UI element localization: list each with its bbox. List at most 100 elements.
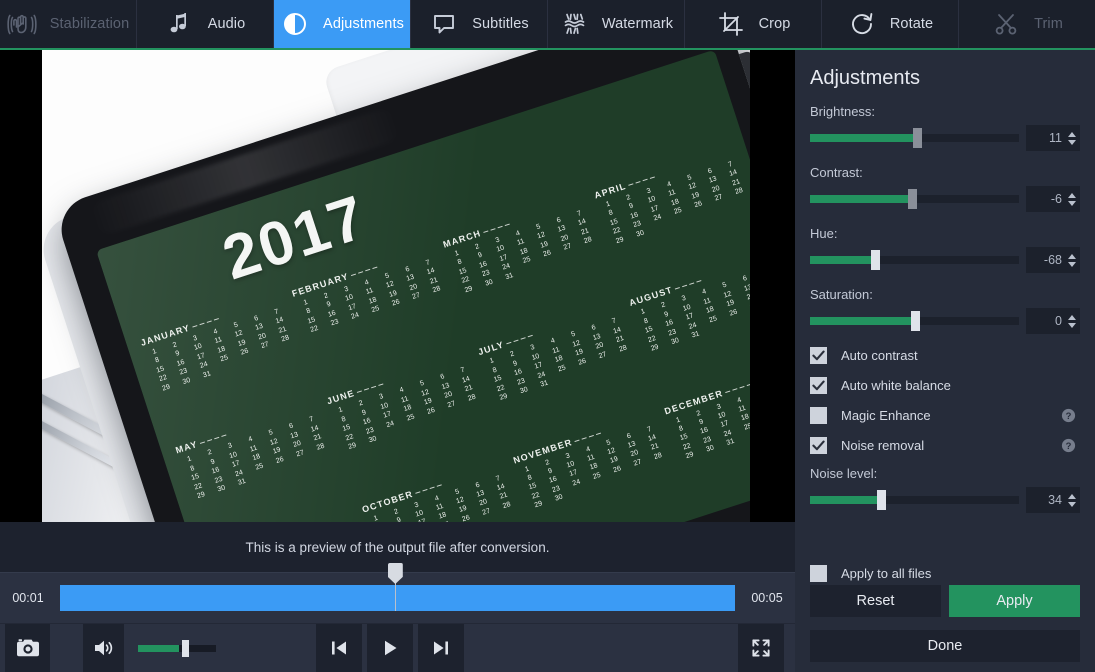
speaker-icon xyxy=(93,638,115,658)
adjustments-sidebar: Adjustments Brightness: 11 Contrast: -6 Hue:… xyxy=(795,50,1095,672)
slider-fill xyxy=(810,256,875,264)
music-note-icon xyxy=(165,9,195,39)
contrast-circle-icon xyxy=(280,9,310,39)
timeline-bar: 00:01 00:05 xyxy=(0,563,795,624)
checkbox[interactable] xyxy=(810,347,827,364)
rotate-cw-icon xyxy=(847,9,877,39)
noise-level-stepper[interactable]: 34 xyxy=(1026,487,1080,513)
stepper-down-icon[interactable] xyxy=(1067,322,1076,328)
toolbar-item-watermark[interactable]: Watermark xyxy=(548,0,685,48)
fullscreen-icon xyxy=(750,637,772,659)
toolbar-label-rotate: Rotate xyxy=(889,16,934,32)
volume-slider[interactable] xyxy=(138,640,216,657)
checkbox-row: Noise removal? xyxy=(810,437,1080,454)
toolbar-item-trim[interactable]: Trim xyxy=(959,0,1095,48)
stepper-arrows[interactable] xyxy=(1066,131,1080,145)
reset-button[interactable]: Reset xyxy=(810,585,941,617)
checkbox[interactable] xyxy=(810,437,827,454)
done-button[interactable]: Done xyxy=(810,630,1080,662)
stepper-up-icon[interactable] xyxy=(1067,493,1076,499)
tablet-screen: 2017 JANUARY1234567891011121314151617181… xyxy=(96,50,750,522)
action-buttons-row: Reset Apply xyxy=(810,585,1080,617)
play-button[interactable] xyxy=(367,624,413,672)
fullscreen-button[interactable] xyxy=(738,624,784,672)
checkbox-row: Magic Enhance? xyxy=(810,407,1080,424)
toolbar-item-adjustments[interactable]: Adjustments xyxy=(274,0,411,48)
adjustment-slider[interactable] xyxy=(810,250,1019,270)
stepper-up-icon[interactable] xyxy=(1067,131,1076,137)
adjustment-slider[interactable] xyxy=(810,189,1019,209)
slider-label: Brightness: xyxy=(810,104,876,119)
timeline-playhead[interactable] xyxy=(387,563,403,611)
volume-button[interactable] xyxy=(83,624,124,672)
checkboxes-container: Auto contrast Auto white balance Magic Enh… xyxy=(810,347,1080,454)
checkbox[interactable] xyxy=(810,377,827,394)
slider-thumb[interactable] xyxy=(912,128,922,148)
slider-fill xyxy=(810,134,917,142)
slider-stepper[interactable]: 0 xyxy=(1026,308,1080,334)
hand-stabilize-icon xyxy=(7,9,37,39)
slider-row: -68 xyxy=(810,247,1080,273)
checkbox[interactable] xyxy=(810,407,827,424)
toolbar-label-trim: Trim xyxy=(1034,16,1063,32)
skip-next-icon xyxy=(431,638,451,658)
noise-level-arrows[interactable] xyxy=(1066,493,1080,507)
toolbar-item-crop[interactable]: Crop xyxy=(685,0,822,48)
volume-fill xyxy=(138,645,179,652)
noise-level-label: Noise level: xyxy=(810,466,878,481)
noise-level-thumb[interactable] xyxy=(877,490,887,510)
noise-level-slider[interactable] xyxy=(810,490,1019,510)
sliders-container: Brightness: 11 Contrast: -6 Hue: -68 Saturatio… xyxy=(810,104,1080,334)
stepper-down-icon[interactable] xyxy=(1067,200,1076,206)
stepper-down-icon[interactable] xyxy=(1067,261,1076,267)
timeline-track[interactable] xyxy=(60,563,735,611)
timeline-start-time: 00:01 xyxy=(12,591,44,605)
apply-to-all-label: Apply to all files xyxy=(841,566,932,581)
slider-thumb[interactable] xyxy=(870,250,880,270)
checkbox-row: Auto white balance xyxy=(810,377,1080,394)
noise-level-fill xyxy=(810,496,882,504)
screen-sheen xyxy=(96,50,750,522)
stepper-down-icon[interactable] xyxy=(1067,139,1076,145)
adjustment-slider[interactable] xyxy=(810,128,1019,148)
toolbar-item-stabilization[interactable]: Stabilization xyxy=(0,0,137,48)
top-toolbar: Stabilization Audio Adjustments Subtitle… xyxy=(0,0,1095,48)
preview-caption: This is a preview of the output file aft… xyxy=(245,539,550,555)
timeline-end-time: 00:05 xyxy=(751,591,783,605)
slider-stepper[interactable]: -68 xyxy=(1026,247,1080,273)
slider-thumb[interactable] xyxy=(910,311,920,331)
help-icon[interactable]: ? xyxy=(1061,408,1076,423)
snapshot-button[interactable] xyxy=(5,624,50,672)
stepper-arrows[interactable] xyxy=(1066,253,1080,267)
checkbox-label: Auto contrast xyxy=(841,348,918,363)
speech-bubble-icon xyxy=(429,9,459,39)
stepper-arrows[interactable] xyxy=(1066,314,1080,328)
camera-icon xyxy=(16,638,40,658)
checkbox-label: Noise removal xyxy=(841,438,925,453)
timeline-playhead-knob[interactable] xyxy=(387,563,403,584)
stepper-up-icon[interactable] xyxy=(1067,192,1076,198)
stepper-down-icon[interactable] xyxy=(1067,501,1076,507)
svg-text:?: ? xyxy=(1066,411,1072,422)
slider-value: -6 xyxy=(1050,192,1062,206)
slider-label: Contrast: xyxy=(810,165,863,180)
stepper-up-icon[interactable] xyxy=(1067,253,1076,259)
toolbar-item-rotate[interactable]: Rotate xyxy=(822,0,959,48)
volume-thumb[interactable] xyxy=(181,640,189,657)
stepper-arrows[interactable] xyxy=(1066,192,1080,206)
apply-button[interactable]: Apply xyxy=(949,585,1080,617)
slider-thumb[interactable] xyxy=(908,189,918,209)
stepper-up-icon[interactable] xyxy=(1067,314,1076,320)
previous-button[interactable] xyxy=(316,624,362,672)
video-preview-pane[interactable]: shift ctrl alt 2017 JANUARY1234567891011… xyxy=(0,50,795,522)
apply-to-all-row: Apply to all files xyxy=(810,565,1080,582)
next-button[interactable] xyxy=(418,624,464,672)
apply-to-all-checkbox[interactable] xyxy=(810,565,827,582)
slider-stepper[interactable]: 11 xyxy=(1026,125,1080,151)
adjustment-slider[interactable] xyxy=(810,311,1019,331)
slider-stepper[interactable]: -6 xyxy=(1026,186,1080,212)
slider-value: 11 xyxy=(1049,131,1062,145)
help-icon[interactable]: ? xyxy=(1061,438,1076,453)
toolbar-item-subtitles[interactable]: Subtitles xyxy=(411,0,548,48)
toolbar-item-audio[interactable]: Audio xyxy=(137,0,274,48)
